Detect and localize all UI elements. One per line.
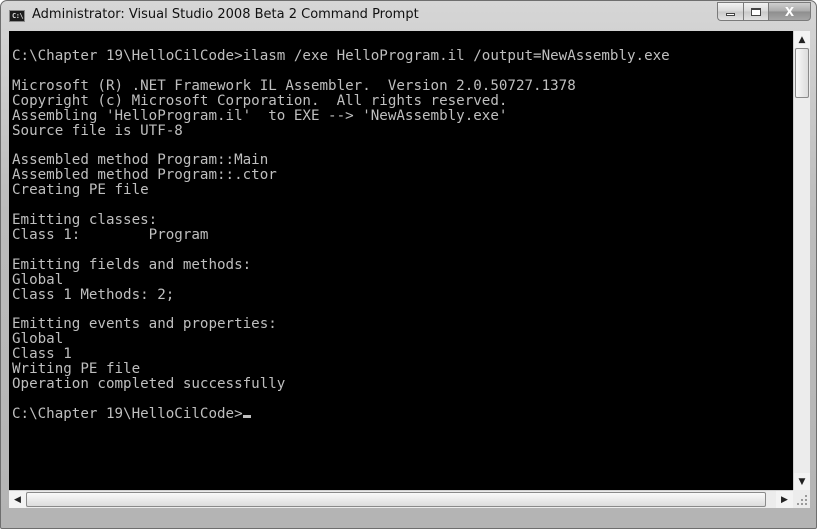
text-cursor xyxy=(242,414,251,418)
console-text: C:\Chapter 19\HelloCilCode>ilasm /exe He… xyxy=(9,31,793,422)
window-title: Administrator: Visual Studio 2008 Beta 2… xyxy=(32,7,419,22)
console-line: Operation completed successfully xyxy=(12,375,286,392)
command-prompt-icon[interactable]: C:\ xyxy=(9,10,25,22)
console-prompt: C:\Chapter 19\HelloCilCode> xyxy=(12,405,243,422)
title-bar[interactable]: C:\ Administrator: Visual Studio 2008 Be… xyxy=(1,1,816,31)
console-line: Assembled method Program::.ctor xyxy=(12,167,277,184)
console-line: Assembling 'HelloProgram.il' to EXE --> … xyxy=(12,107,508,124)
console-line: Emitting classes: xyxy=(12,211,158,228)
command-prompt-window: C:\ Administrator: Visual Studio 2008 Be… xyxy=(0,0,817,529)
console-output[interactable]: C:\Chapter 19\HelloCilCode>ilasm /exe He… xyxy=(9,31,793,490)
maximize-icon xyxy=(751,7,761,16)
console-line: Source file is UTF-8 xyxy=(12,122,183,139)
vertical-scroll-thumb[interactable] xyxy=(795,48,809,98)
scroll-down-button[interactable]: ▼ xyxy=(794,473,810,490)
console-line: Class 1 xyxy=(12,346,72,363)
vertical-scrollbar[interactable]: ▲ ▼ xyxy=(793,31,810,490)
resize-grip[interactable] xyxy=(793,490,810,508)
console-line: Copyright (c) Microsoft Corporation. All… xyxy=(12,92,508,109)
window-controls: X xyxy=(717,2,811,21)
arrow-down-icon: ▼ xyxy=(798,476,806,487)
scroll-right-button[interactable]: ▶ xyxy=(776,491,793,508)
minimize-button[interactable] xyxy=(717,2,743,21)
console-line: C:\Chapter 19\HelloCilCode>ilasm /exe He… xyxy=(12,48,670,64)
console-line: Microsoft (R) .NET Framework IL Assemble… xyxy=(12,77,576,94)
arrow-up-icon: ▲ xyxy=(798,34,806,45)
console-line: Creating PE file xyxy=(12,182,149,199)
close-button[interactable]: X xyxy=(768,2,811,21)
maximize-button[interactable] xyxy=(743,2,768,21)
scroll-up-button[interactable]: ▲ xyxy=(794,31,810,48)
close-icon: X xyxy=(784,4,795,19)
horizontal-scroll-thumb[interactable] xyxy=(26,492,766,507)
console-line: Emitting fields and methods: xyxy=(12,256,252,273)
scroll-left-button[interactable]: ◀ xyxy=(9,491,26,508)
arrow-right-icon: ▶ xyxy=(781,494,788,505)
horizontal-scrollbar[interactable]: ◀ ▶ xyxy=(9,490,793,508)
icon-label: C:\ xyxy=(12,12,24,20)
arrow-left-icon: ◀ xyxy=(14,494,21,505)
minimize-icon xyxy=(726,13,735,16)
console-line: Emitting events and properties: xyxy=(12,316,277,333)
console-line: Assembled method Program::Main xyxy=(12,152,269,169)
console-line: Global xyxy=(12,331,64,348)
console-line: Class 1 Methods: 2; xyxy=(12,286,175,303)
console-line: Class 1: Program xyxy=(12,226,209,243)
console-line: Global xyxy=(12,271,64,288)
console-line: Writing PE file xyxy=(12,361,141,378)
